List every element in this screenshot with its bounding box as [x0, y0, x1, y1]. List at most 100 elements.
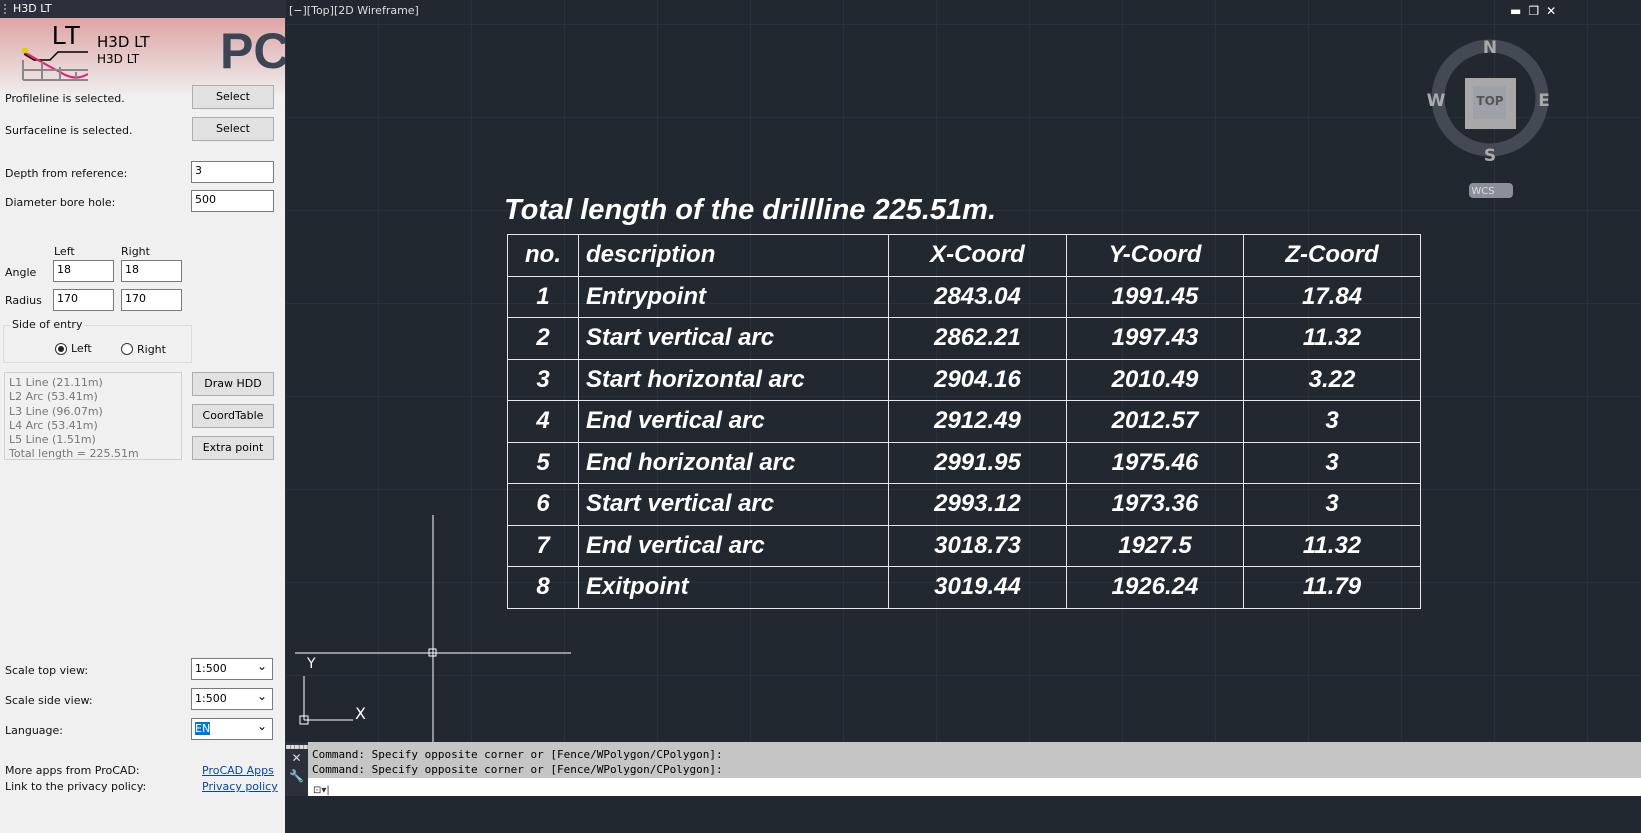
angle-left-input[interactable]: 18 [53, 260, 114, 282]
restore-icon[interactable]: ❐ [1528, 4, 1546, 18]
column-header: no. [507, 234, 579, 277]
diameter-input[interactable]: 500 [191, 190, 274, 212]
customize-icon[interactable]: 🔧 [285, 769, 308, 783]
table-cell: 3018.73 [888, 524, 1067, 567]
surface-status: Surfaceline is selected. [5, 124, 133, 137]
select-surface-button[interactable]: Select [192, 117, 274, 141]
table-cell: 5 [507, 441, 579, 484]
table-cell: 17.84 [1243, 275, 1421, 318]
table-row: 5 End horizontal arc 2991.95 1975.46 3 [507, 441, 1421, 484]
table-cell: 1 [507, 275, 579, 318]
column-header: Y-Coord [1066, 234, 1244, 277]
grip-icon[interactable] [4, 4, 6, 14]
south-label: S [1484, 146, 1496, 166]
table-row: 3 Start horizontal arc 2904.16 2010.49 3.22 [507, 358, 1421, 401]
close-command-icon[interactable]: ✕ [285, 751, 308, 765]
command-line: Command: Specify opposite corner or [Fen… [312, 763, 723, 776]
ucs-icon: Y X [299, 656, 366, 725]
draw-hdd-button[interactable]: Draw HDD [192, 372, 274, 396]
window-controls: ▬❐✕ [1510, 4, 1563, 18]
table-cell: 2991.95 [888, 441, 1067, 484]
close-icon[interactable]: ✕ [1546, 4, 1563, 18]
status-area [285, 796, 1641, 833]
side-right-radio[interactable] [121, 343, 133, 355]
procad-apps-link[interactable]: ProCAD Apps [202, 764, 274, 777]
side-right-label: Right [137, 343, 166, 356]
wcs-label: WCS [1471, 186, 1494, 197]
svg-text:LT: LT [52, 22, 81, 50]
procad-logo: PC [220, 23, 290, 79]
privacy-policy-link[interactable]: Privacy policy [202, 780, 278, 793]
scale-side-select[interactable]: 1:500 [191, 688, 273, 710]
extra-point-button[interactable]: Extra point [192, 436, 274, 460]
depth-input[interactable]: 3 [191, 161, 274, 183]
column-header: Z-Coord [1243, 234, 1421, 277]
command-prompt-icon[interactable]: ⊡▾| [313, 785, 330, 796]
segment-total: Total length = 225.51m [9, 447, 139, 460]
side-left-radio[interactable] [55, 343, 67, 355]
panel-title: H3D LT [0, 0, 285, 18]
segment-item: L2 Arc (53.41m) [9, 390, 98, 404]
table-cell: 1975.46 [1066, 441, 1244, 484]
table-cell: End horizontal arc [578, 441, 889, 484]
table-row: 6 Start vertical arc 2993.12 1973.36 3 [507, 483, 1421, 526]
logo-icon: LT [22, 22, 88, 81]
table-cell: 2010.49 [1066, 358, 1244, 401]
coord-table-button[interactable]: CoordTable [192, 404, 274, 428]
table-cell: Exitpoint [578, 566, 889, 609]
table-cell: 2912.49 [888, 400, 1067, 443]
segment-item: L4 Arc (53.41m) [9, 418, 98, 432]
side-left-label: Left [71, 342, 92, 355]
segment-item: L3 Line (96.07m) [9, 404, 103, 418]
segment-item: L5 Line (1.51m) [9, 433, 96, 447]
diameter-label: Diameter bore hole: [5, 196, 116, 209]
x-axis-label: X [355, 704, 366, 723]
scale-top-select[interactable]: 1:500 [191, 658, 273, 680]
drag-handle-icon[interactable]: ▪▪▪▪▪ [285, 742, 308, 751]
column-header: description [578, 234, 889, 277]
table-cell: 2993.12 [888, 483, 1067, 526]
command-input[interactable]: ⊡▾| [308, 778, 1641, 796]
column-header: X-Coord [888, 234, 1067, 277]
segment-list[interactable]: L1 Line (21.11m) L2 Arc (53.41m) L3 Line… [4, 372, 182, 460]
more-apps-label: More apps from ProCAD: [5, 764, 140, 777]
profile-status: Profileline is selected. [5, 92, 125, 105]
table-cell: 4 [507, 400, 579, 443]
select-profile-button[interactable]: Select [192, 85, 274, 109]
table-cell: 3 [1243, 441, 1421, 484]
table-cell: 1997.43 [1066, 317, 1244, 360]
table-row: 4 End vertical arc 2912.49 2012.57 3 [507, 400, 1421, 443]
viewport-controls[interactable]: [−][Top][2D Wireframe] [289, 4, 419, 17]
scale-top-label: Scale top view: [5, 664, 89, 677]
table-cell: 11.79 [1243, 566, 1421, 609]
language-value: EN [195, 722, 211, 735]
table-cell: 2904.16 [888, 358, 1067, 401]
radius-right-input[interactable]: 170 [121, 289, 182, 311]
depth-label: Depth from reference: [5, 167, 128, 180]
language-label: Language: [5, 724, 63, 737]
east-label: E [1538, 91, 1550, 111]
table-cell: 2862.21 [888, 317, 1067, 360]
table-row: 7 End vertical arc 3018.73 1927.5 11.32 [507, 524, 1421, 567]
command-line: Command: Specify opposite corner or [Fen… [312, 748, 723, 761]
table-cell: 3 [1243, 483, 1421, 526]
h3d-panel: H3D LT LT H3D LT H3D LT PC Profileline i… [0, 0, 289, 833]
scale-side-value: 1:500 [195, 692, 227, 705]
table-cell: 1927.5 [1066, 524, 1244, 567]
table-cell: 1991.45 [1066, 275, 1244, 318]
minimize-icon[interactable]: ▬ [1510, 4, 1528, 18]
language-select[interactable]: EN [191, 718, 273, 740]
angle-right-input[interactable]: 18 [121, 260, 182, 282]
radius-left-input[interactable]: 170 [53, 289, 114, 311]
table-cell: 11.32 [1243, 524, 1421, 567]
viewcube[interactable]: TOP N S E W WCS [1420, 30, 1560, 205]
angle-label: Angle [5, 266, 37, 279]
side-of-entry-label: Side of entry [10, 318, 85, 331]
privacy-label: Link to the privacy policy: [5, 780, 147, 793]
table-cell: 3 [507, 358, 579, 401]
table-row: 8 Exitpoint 3019.44 1926.24 11.79 [507, 566, 1421, 609]
table-cell: 3.22 [1243, 358, 1421, 401]
table-cell: 2 [507, 317, 579, 360]
drawing-title: Total length of the drillline 225.51m. [504, 194, 997, 226]
table-cell: 1973.36 [1066, 483, 1244, 526]
